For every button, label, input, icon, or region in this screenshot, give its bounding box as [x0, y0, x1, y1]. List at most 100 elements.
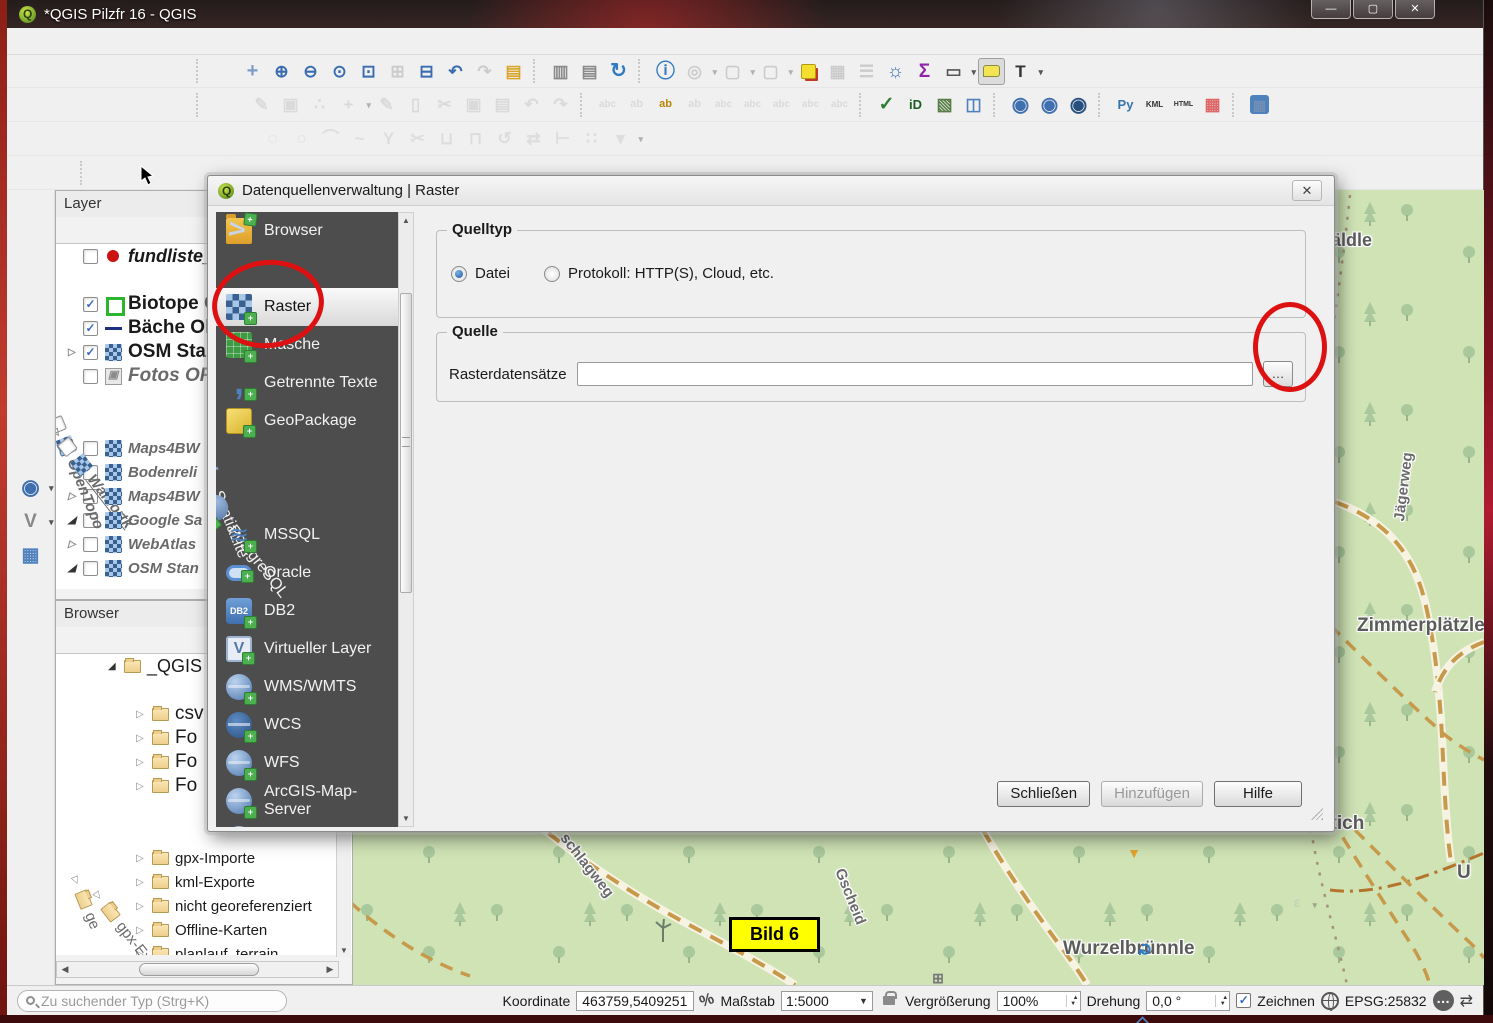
new-bookmark-icon[interactable]: ▤: [500, 58, 527, 85]
close-dialog-button[interactable]: Schließen: [997, 781, 1090, 807]
maximize-button[interactable]: ▢: [1353, 0, 1393, 19]
crs-globe-icon[interactable]: [1321, 992, 1339, 1010]
dialog-sidebar-item[interactable]: WFS: [216, 744, 398, 782]
scrollbar-thumb[interactable]: [139, 963, 259, 976]
identify-features-icon[interactable]: ⓘ: [652, 58, 679, 85]
menu-item[interactable]: [217, 38, 237, 44]
split-parts-icon[interactable]: Y: [375, 125, 402, 152]
delete-selected-icon[interactable]: ▯: [402, 91, 429, 118]
dialog-sidebar-scrollbar[interactable]: ▲ ▼: [398, 212, 414, 827]
menu-item[interactable]: [77, 38, 97, 44]
color-palette-icon[interactable]: ▦: [1199, 91, 1226, 118]
layer-labeling-icon[interactable]: ab: [652, 91, 679, 118]
copy-features-icon[interactable]: ▣: [460, 91, 487, 118]
render-checkbox[interactable]: [1236, 993, 1251, 1008]
merge-features-icon[interactable]: ⊔: [433, 125, 460, 152]
zoom-to-selection-icon[interactable]: ⊞: [384, 58, 411, 85]
raster-image-tool-icon[interactable]: ▧: [931, 91, 958, 118]
radio-file-label[interactable]: Datei: [475, 265, 510, 282]
spinner-arrows[interactable]: ▲▼: [1066, 995, 1080, 1007]
scroll-left-arrow[interactable]: ◀: [57, 964, 73, 975]
open-attribute-table-icon[interactable]: ▦: [824, 58, 851, 85]
menu-item[interactable]: [197, 38, 217, 44]
raster-datasets-input[interactable]: [577, 362, 1253, 386]
layer-checkbox[interactable]: [64, 243, 81, 244]
label-pin-icon[interactable]: ab: [623, 91, 650, 118]
undo-icon[interactable]: ↶: [518, 91, 545, 118]
expander-icon[interactable]: [108, 661, 124, 672]
browser-horizontal-scrollbar[interactable]: ◀ ▶: [56, 961, 339, 978]
more-digitizing-icon[interactable]: ▾: [607, 125, 634, 152]
run-feature-action-icon[interactable]: ◎: [681, 58, 708, 85]
expander-icon[interactable]: [136, 781, 152, 792]
label-rotate-icon[interactable]: abc: [797, 91, 824, 118]
close-button[interactable]: ✕: [1395, 0, 1435, 19]
expander-icon[interactable]: [68, 347, 83, 358]
menu-item[interactable]: [57, 38, 77, 44]
vertex-editor-icon[interactable]: ∷: [578, 125, 605, 152]
cut-features-icon[interactable]: ✂: [431, 91, 458, 118]
add-button[interactable]: Hinzufügen: [1101, 781, 1203, 807]
label-abc-icon[interactable]: abc: [594, 91, 621, 118]
show-statistics-icon[interactable]: Σ: [911, 58, 938, 85]
expander-icon[interactable]: [68, 515, 83, 526]
spinner-arrows[interactable]: ▲▼: [1215, 995, 1229, 1007]
pan-to-selection-icon[interactable]: +: [239, 58, 266, 85]
filter-expression-icon[interactable]: ε: [1286, 891, 1308, 913]
processing-toolbox-icon[interactable]: ☼: [882, 58, 909, 85]
measure-icon[interactable]: ▭: [940, 58, 967, 85]
expander-icon[interactable]: [136, 853, 152, 864]
scroll-right-arrow[interactable]: ▶: [322, 964, 338, 975]
layer-checkbox[interactable]: [83, 321, 98, 336]
select-by-expression-icon[interactable]: ▢: [757, 58, 784, 85]
dialog-sidebar-item[interactable]: GeoPackage: [216, 402, 398, 440]
wms-search-icon[interactable]: ◉: [1036, 91, 1063, 118]
minimize-button[interactable]: —: [1311, 0, 1351, 19]
zoom-native-icon[interactable]: ⊙: [326, 58, 353, 85]
layer-checkbox[interactable]: [83, 249, 98, 264]
zoom-last-icon[interactable]: ↶: [442, 58, 469, 85]
reshape-features-icon[interactable]: ~: [346, 125, 373, 152]
expander-icon[interactable]: [68, 563, 83, 574]
expander-icon[interactable]: [68, 539, 83, 550]
radio-file[interactable]: [451, 266, 467, 282]
vertex-tool-icon[interactable]: +: [335, 91, 362, 118]
messages-icon[interactable]: …: [1433, 990, 1454, 1011]
layer-checkbox[interactable]: [83, 297, 98, 312]
scale-combo[interactable]: 1:5000▼: [781, 991, 873, 1011]
merge-attributes-icon[interactable]: ⊓: [462, 125, 489, 152]
dialog-sidebar-item[interactable]: MSSQL: [216, 516, 398, 554]
split-features-icon[interactable]: ✂: [404, 125, 431, 152]
menu-item[interactable]: [177, 38, 197, 44]
layer-checkbox[interactable]: [83, 345, 98, 360]
show-bookmarks-icon[interactable]: ▥: [547, 58, 574, 85]
dialog-resize-grip[interactable]: [1311, 808, 1323, 820]
radio-protocol[interactable]: [544, 266, 560, 282]
label-abc-2-icon[interactable]: abc: [710, 91, 737, 118]
label-change-icon[interactable]: abc: [826, 91, 853, 118]
bookmark-manager-icon[interactable]: ▤: [576, 58, 603, 85]
refresh-map-icon[interactable]: ↻: [605, 58, 632, 85]
dialog-sidebar-item[interactable]: WCS: [216, 706, 398, 744]
id-tool-icon[interactable]: iD: [902, 91, 929, 118]
menu-item[interactable]: [237, 38, 257, 44]
coordinate-field[interactable]: 463759,5409251: [576, 991, 694, 1011]
lock-icon[interactable]: [883, 996, 895, 1005]
layer-checkbox[interactable]: [83, 561, 98, 576]
modify-attributes-icon[interactable]: ✎: [373, 91, 400, 118]
tracking-icon[interactable]: %: [698, 990, 718, 1012]
help-button[interactable]: Hilfe: [1214, 781, 1302, 807]
rotate-point-symbols-icon[interactable]: ↺: [491, 125, 518, 152]
paste-features-icon[interactable]: ▤: [489, 91, 516, 118]
kml-tools-icon[interactable]: KML: [1141, 91, 1168, 118]
filter-legend-icon[interactable]: ▼: [1123, 842, 1145, 864]
scroll-up-arrow[interactable]: ▲: [399, 213, 413, 228]
browser-row[interactable]: gpx-Importe: [56, 846, 352, 870]
add-wfs-layer-icon[interactable]: ◉: [16, 472, 46, 502]
crs-value[interactable]: EPSG:25832: [1345, 993, 1427, 1009]
layer-checkbox[interactable]: [83, 369, 98, 384]
open-field-calculator-icon[interactable]: ☰: [853, 58, 880, 85]
dialog-title-bar[interactable]: Datenquellenverwaltung | Raster ✕: [208, 176, 1334, 206]
zoom-full-icon[interactable]: ⊡: [355, 58, 382, 85]
check-geometries-icon[interactable]: ✓: [873, 91, 900, 118]
